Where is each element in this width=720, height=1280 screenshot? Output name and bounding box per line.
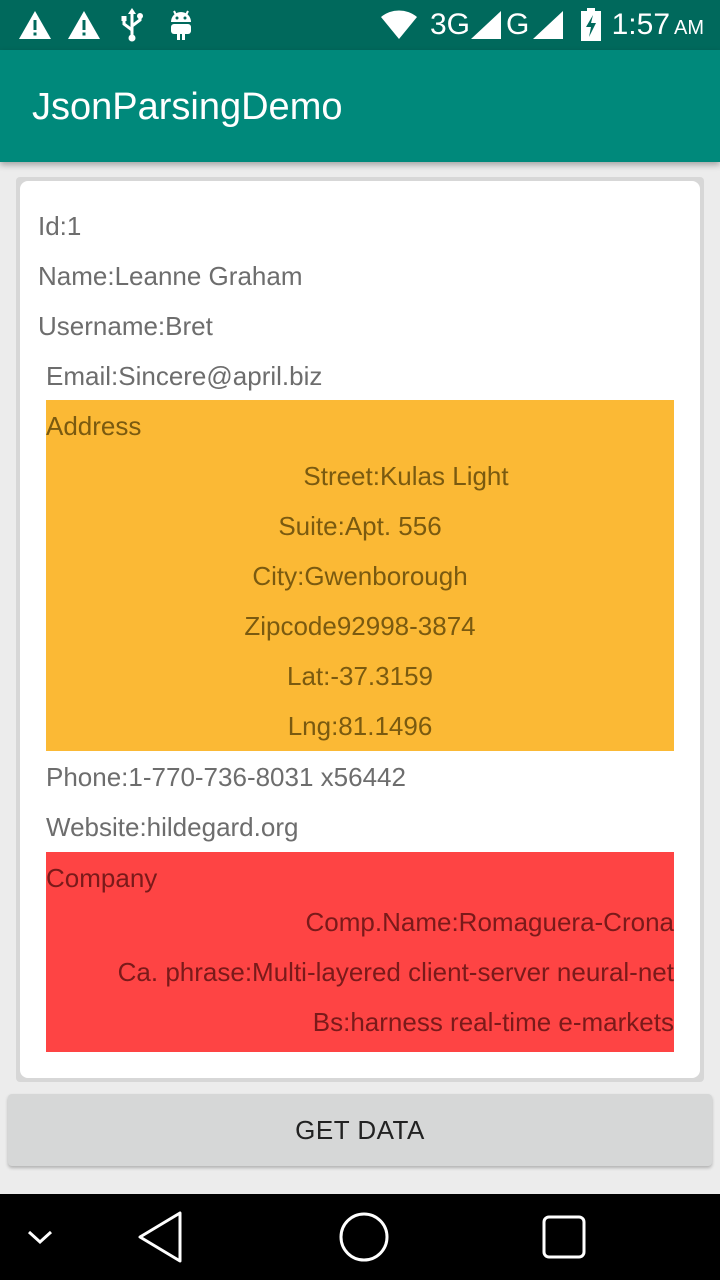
address-street-wrap: Street:Kulas Light <box>46 451 674 501</box>
battery-icon <box>580 8 602 42</box>
clock: 1:57 AM <box>612 6 704 47</box>
clock-time: 1:57 <box>611 8 670 41</box>
usb-icon <box>120 8 144 42</box>
warning-icon <box>18 8 52 42</box>
user-website: Website:hildegard.org <box>46 812 299 842</box>
android-debug-icon <box>168 8 194 42</box>
app-title: JsonParsingDemo <box>32 86 343 128</box>
home-icon[interactable] <box>334 1194 394 1280</box>
warning-icon <box>67 8 101 42</box>
back-icon[interactable] <box>130 1194 190 1280</box>
user-email: Email:Sincere@april.biz <box>46 361 323 391</box>
company-header: Company <box>46 863 158 893</box>
company-bs: Bs:harness real-time e-markets <box>312 1007 674 1037</box>
address-city: City:Gwenborough <box>252 561 468 591</box>
signal-icon <box>532 8 564 42</box>
address-header: Address <box>46 411 142 441</box>
status-bar: 3G G 1:57 AM <box>0 0 720 50</box>
network-3g-label: 3G <box>430 8 471 41</box>
user-id: Id:1 <box>38 211 82 241</box>
company-section: Company Comp.Name:Romaguera-Crona Ca. ph… <box>46 852 674 1052</box>
user-username: Username:Bret <box>38 311 213 341</box>
address-lng: Lng:81.1496 <box>287 711 433 741</box>
user-phone: Phone:1-770-736-8031 x56442 <box>46 762 406 792</box>
network-g-label: G <box>506 8 530 41</box>
address-street: Street:Kulas Light <box>303 461 509 491</box>
chevron-down-icon[interactable] <box>20 1194 60 1280</box>
signal-icon <box>470 8 502 42</box>
company-catch-phrase: Ca. phrase:Multi-layered client-server n… <box>117 957 674 987</box>
address-section: Address Street:Kulas Light Suite:Apt. 55… <box>46 400 674 751</box>
address-lat: Lat:-37.3159 <box>286 661 433 691</box>
address-zipcode: Zipcode92998-3874 <box>244 611 476 641</box>
navigation-bar <box>0 1194 720 1280</box>
recents-icon[interactable] <box>534 1194 594 1280</box>
company-name: Comp.Name:Romaguera-Crona <box>305 907 674 937</box>
user-name: Name:Leanne Graham <box>38 261 303 291</box>
get-data-button[interactable]: GET DATA <box>8 1094 712 1166</box>
app-bar: JsonParsingDemo <box>0 50 720 162</box>
wifi-icon <box>380 8 418 42</box>
clock-ampm: AM <box>674 17 704 39</box>
address-suite: Suite:Apt. 556 <box>278 511 442 541</box>
